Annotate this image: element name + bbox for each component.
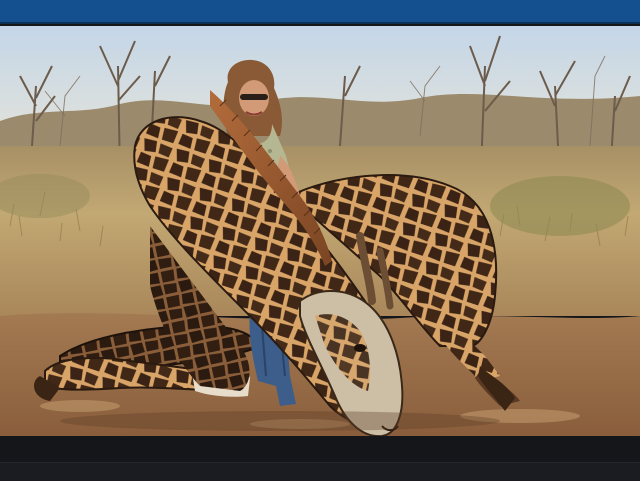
photo-image bbox=[0, 26, 640, 436]
photo-frame[interactable] bbox=[0, 26, 640, 436]
top-title-bar bbox=[0, 0, 640, 22]
bottom-toolbar bbox=[0, 462, 640, 481]
